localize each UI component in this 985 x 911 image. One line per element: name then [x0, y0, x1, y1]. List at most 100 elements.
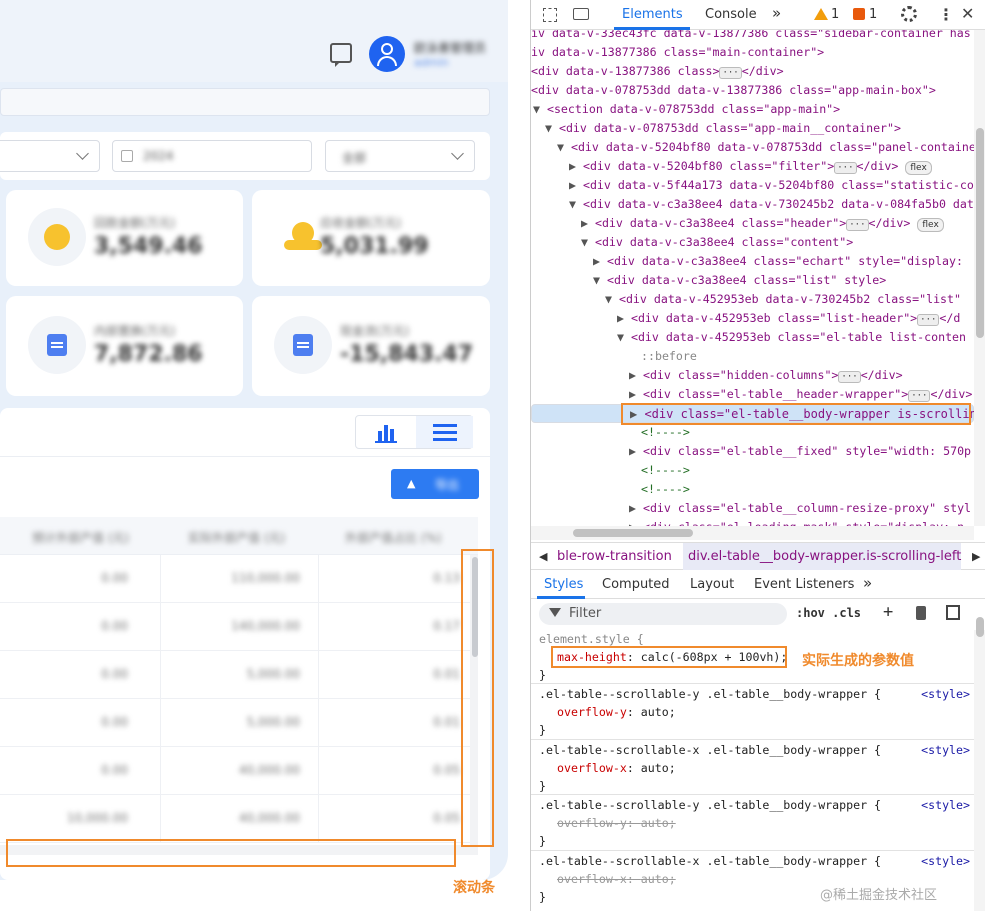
- dom-node[interactable]: ▼ <div data-v-c3a38ee4 class="content">: [531, 233, 853, 252]
- inspect-element-icon[interactable]: [543, 8, 557, 22]
- dom-node[interactable]: ▼ <section data-v-078753dd class="app-ma…: [531, 100, 840, 119]
- message-icon[interactable]: [330, 43, 352, 67]
- new-rule-icon[interactable]: +: [883, 602, 893, 622]
- dom-node[interactable]: ▶ <div data-v-5f44a173 data-v-5204bf80 c…: [531, 176, 974, 195]
- dom-node[interactable]: ▶ <div class="el-table__header-wrapper">…: [531, 385, 972, 404]
- dom-node[interactable]: ▶ <div data-v-5204bf80 class="filter"> ··…: [531, 157, 932, 176]
- dom-node[interactable]: ▶ <div class="el-table__fixed" style="wi…: [531, 442, 971, 461]
- styles-filter-input[interactable]: Filter: [539, 603, 787, 625]
- expand-icon[interactable]: ▼: [617, 330, 631, 344]
- year-picker[interactable]: 2024: [112, 140, 312, 172]
- collapse-icon[interactable]: ▶: [569, 178, 583, 192]
- expand-icon[interactable]: ▼: [557, 140, 571, 154]
- tab-computed[interactable]: Computed: [602, 577, 670, 592]
- dom-node[interactable]: ▼ <div data-v-452953eb class="el-table l…: [531, 328, 966, 347]
- rule-declaration[interactable]: overflow-x: auto;: [557, 761, 676, 775]
- collapse-icon[interactable]: ▶: [629, 368, 643, 382]
- flex-badge[interactable]: flex: [905, 161, 932, 175]
- rule-declaration[interactable]: overflow-y: auto;: [557, 705, 676, 719]
- tab-styles[interactable]: Styles: [544, 577, 583, 592]
- styles-scrollbar[interactable]: [974, 630, 985, 911]
- avatar[interactable]: [369, 36, 405, 72]
- expand-icon[interactable]: ▼: [545, 121, 559, 135]
- ellipsis-icon[interactable]: ···: [846, 219, 869, 231]
- table-cell: 0.00: [101, 571, 128, 585]
- dom-node[interactable]: ::before: [531, 347, 697, 366]
- dom-node[interactable]: ▼ <div data-v-452953eb data-v-730245b2 c…: [531, 290, 961, 309]
- list-icon[interactable]: [416, 416, 473, 448]
- rule-source-link[interactable]: <style>: [921, 687, 970, 701]
- warning-icon[interactable]: [814, 8, 828, 20]
- rule-source-link[interactable]: <style>: [921, 854, 970, 868]
- tab-event-listeners[interactable]: Event Listeners: [754, 577, 854, 592]
- dom-node[interactable]: ▶ <div class="el-table__column-resize-pr…: [531, 499, 971, 518]
- stat-card: 回款金额(万元) 3,549.46: [6, 190, 243, 286]
- dom-node[interactable]: <div data-v-13877386 class> ··· </div>: [531, 62, 784, 81]
- ellipsis-icon[interactable]: ···: [838, 371, 861, 383]
- dom-node[interactable]: <div data-v-078753dd data-v-13877386 cla…: [531, 81, 936, 100]
- toggle-sidebar-icon[interactable]: [946, 605, 960, 620]
- more-options-icon[interactable]: ⋮: [938, 5, 954, 24]
- dom-node[interactable]: iv data-v-13877386 class="main-container…: [531, 43, 824, 62]
- table-cell: 0.00: [101, 667, 128, 681]
- expand-icon[interactable]: ▼: [581, 235, 595, 249]
- rule-source-link[interactable]: <style>: [921, 798, 970, 812]
- export-button[interactable]: ▲ 导出: [391, 469, 479, 499]
- dom-node[interactable]: ▼ <div data-v-c3a38ee4 data-v-730245b2 d…: [531, 195, 974, 214]
- more-tabs-icon[interactable]: »: [863, 574, 872, 592]
- dom-node[interactable]: ▼ <div data-v-078753dd class="app-main__…: [531, 119, 901, 138]
- dom-node[interactable]: ▼ <div data-v-c3a38ee4 class="list" styl…: [531, 271, 886, 290]
- expand-icon[interactable]: ▼: [569, 197, 583, 211]
- tab-elements[interactable]: Elements: [622, 7, 683, 22]
- collapse-icon[interactable]: ▶: [629, 501, 643, 515]
- collapse-icon[interactable]: ▶: [593, 254, 607, 268]
- ellipsis-icon[interactable]: ···: [834, 162, 857, 174]
- breadcrumb-current[interactable]: div.el-table__body-wrapper.is-scrolling-…: [688, 549, 961, 564]
- device-toolbar-icon[interactable]: [573, 8, 589, 20]
- collapse-icon[interactable]: ▶: [629, 387, 643, 401]
- chevron-left-icon[interactable]: ◀: [539, 550, 547, 563]
- collapse-icon[interactable]: ▶: [581, 216, 595, 230]
- dom-node[interactable]: ▼ <div data-v-5204bf80 data-v-078753dd c…: [531, 138, 974, 157]
- rule-declaration[interactable]: overflow-y: auto;: [557, 816, 676, 830]
- tab-layout[interactable]: Layout: [690, 577, 734, 592]
- filter-select[interactable]: [0, 140, 100, 172]
- chevron-right-icon[interactable]: ▶: [972, 550, 980, 563]
- dom-node[interactable]: <!---->: [531, 423, 690, 442]
- paint-brush-icon[interactable]: [916, 606, 926, 620]
- issue-icon[interactable]: [853, 8, 865, 20]
- dom-node[interactable]: ▶ <div class="hidden-columns"> ··· </div>: [531, 366, 903, 385]
- dom-node[interactable]: <!---->: [531, 461, 690, 480]
- ellipsis-icon[interactable]: ···: [719, 67, 742, 79]
- dom-node[interactable]: <!---->: [531, 480, 690, 499]
- expand-icon[interactable]: ▼: [593, 273, 607, 287]
- bar-chart-icon[interactable]: [356, 416, 416, 448]
- dom-node[interactable]: ▶ <div data-v-c3a38ee4 class="echart" st…: [531, 252, 963, 271]
- collapse-icon[interactable]: ▶: [629, 444, 643, 458]
- dom-node[interactable]: ▶ <div data-v-452953eb class="list-heade…: [531, 309, 960, 328]
- dom-node[interactable]: ▶ <div data-v-c3a38ee4 class="header"> ··…: [531, 214, 944, 233]
- ellipsis-icon[interactable]: ···: [908, 390, 931, 402]
- breadcrumb-item[interactable]: ble-row-transition: [557, 549, 672, 564]
- styles-scroll-thumb[interactable]: [976, 617, 984, 637]
- rule-source-link[interactable]: <style>: [921, 743, 970, 757]
- dom-node[interactable]: ▶ <div class="el-loading-mask" style="di…: [531, 518, 964, 526]
- table-row: 0.00 5,000.00 0.01: [0, 699, 478, 747]
- collapse-icon[interactable]: ▶: [617, 311, 631, 325]
- tab-console[interactable]: Console: [705, 7, 757, 22]
- type-select[interactable]: 全部: [325, 140, 475, 172]
- table-cell: 0.01: [433, 667, 460, 681]
- hov-cls-toggle[interactable]: :hov .cls: [796, 606, 861, 620]
- dom-node[interactable]: iv data-v-33ec43fc data-v-13877386 class…: [531, 30, 971, 43]
- expand-icon[interactable]: ▼: [533, 102, 547, 116]
- dom-tree-hscroll-thumb[interactable]: [573, 529, 693, 537]
- expand-icon[interactable]: ▼: [605, 292, 619, 306]
- more-tabs-icon[interactable]: »: [772, 4, 781, 22]
- dom-tree-scroll-thumb[interactable]: [976, 128, 984, 338]
- close-icon[interactable]: ✕: [961, 4, 974, 23]
- collapse-icon[interactable]: ▶: [569, 159, 583, 173]
- gear-icon[interactable]: [901, 6, 917, 22]
- ellipsis-icon[interactable]: ···: [917, 314, 940, 326]
- rule-declaration[interactable]: overflow-x: auto;: [557, 872, 676, 886]
- flex-badge[interactable]: flex: [917, 218, 944, 232]
